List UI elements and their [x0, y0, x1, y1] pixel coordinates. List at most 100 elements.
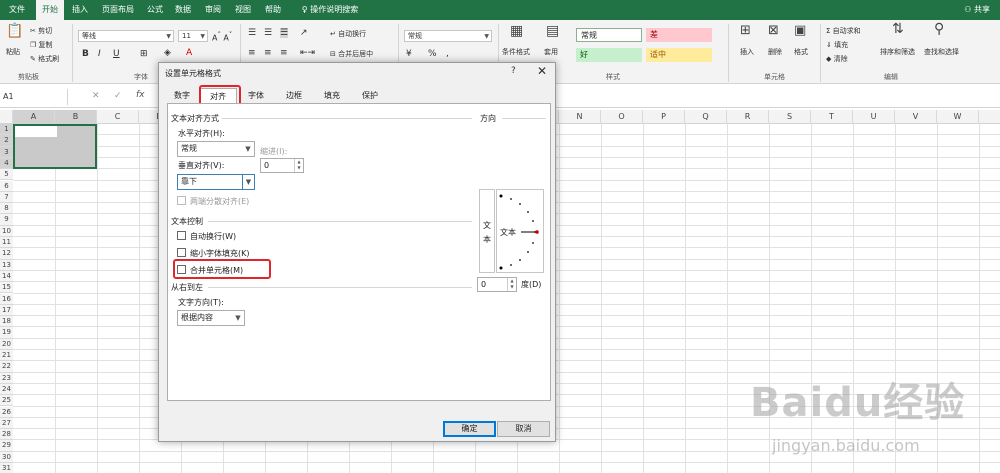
column-header[interactable]: V	[895, 110, 937, 124]
row-header[interactable]: 4	[0, 157, 13, 170]
spin-arrows-icon[interactable]: ▲ ▼	[507, 278, 516, 291]
row-header[interactable]: 12	[0, 248, 13, 260]
spin-arrows-icon[interactable]: ▲ ▼	[294, 159, 303, 172]
orientation-icon[interactable]: ↗	[300, 28, 308, 38]
tell-me-search[interactable]: ♀ 操作说明搜索	[296, 0, 364, 20]
bold-button[interactable]: B	[82, 49, 89, 59]
row-header[interactable]: 7	[0, 191, 13, 204]
table-format-icon[interactable]: ▤	[546, 24, 559, 38]
row-header[interactable]: 20	[0, 338, 13, 350]
row-header[interactable]: 11	[0, 237, 13, 249]
row-header[interactable]: 6	[0, 180, 13, 192]
row-header[interactable]: 24	[0, 383, 13, 396]
row-header[interactable]: 27	[0, 417, 13, 430]
tab-review[interactable]: 审阅	[202, 0, 224, 20]
column-header[interactable]: T	[811, 110, 853, 124]
clear-button[interactable]: ◆ 清除	[826, 54, 848, 64]
row-header[interactable]: 5	[0, 169, 13, 181]
font-size-select[interactable]: 11 ▼	[178, 30, 208, 42]
row-header[interactable]: 19	[0, 327, 13, 339]
delete-cells-icon[interactable]: ⊠	[768, 24, 779, 37]
tab-protection[interactable]: 保护	[357, 88, 383, 104]
cancel-formula-icon[interactable]: ✕	[92, 91, 100, 101]
align-middle-icon[interactable]: ☰	[264, 28, 272, 38]
row-header[interactable]: 18	[0, 316, 13, 328]
row-header[interactable]: 29	[0, 440, 13, 452]
row-header[interactable]: 10	[0, 225, 13, 237]
row-header[interactable]: 17	[0, 304, 13, 317]
row-header[interactable]: 1	[0, 124, 13, 136]
merge-center-button[interactable]: ⊟ 合并后居中	[330, 49, 373, 59]
enter-formula-icon[interactable]: ✓	[114, 91, 122, 101]
align-center-icon[interactable]: ≡	[264, 48, 272, 58]
font-color-icon[interactable]: A	[186, 48, 192, 58]
tab-fill[interactable]: 填充	[319, 88, 345, 104]
style-normal[interactable]: 常规	[576, 28, 642, 42]
indent-stepper[interactable]: 0 ▲ ▼	[260, 158, 304, 173]
autosum-button[interactable]: Σ 自动求和	[826, 26, 861, 36]
fill-button[interactable]: ⇓ 填充	[826, 40, 848, 50]
row-header[interactable]: 3	[0, 146, 13, 158]
style-bad[interactable]: 差	[646, 28, 712, 42]
help-button[interactable]: ?	[511, 66, 516, 76]
underline-button[interactable]: U	[113, 49, 120, 59]
insert-cells-button[interactable]: 插入	[740, 47, 754, 57]
sort-filter-icon[interactable]: ⇅	[892, 22, 904, 36]
tab-home[interactable]: 开始	[36, 0, 64, 20]
select-all-corner[interactable]	[0, 110, 13, 124]
ok-button[interactable]: 确定	[443, 421, 496, 437]
tab-number[interactable]: 数字	[169, 88, 195, 104]
align-left-icon[interactable]: ≡	[248, 48, 256, 58]
sort-filter-button[interactable]: 排序和筛选	[880, 47, 915, 57]
share-button[interactable]: ⚇ 共享	[964, 0, 990, 20]
search-icon[interactable]: ⚲	[934, 22, 944, 36]
paste-button[interactable]: 粘贴	[6, 47, 20, 57]
row-header[interactable]: 26	[0, 406, 13, 418]
paste-icon[interactable]: 📋	[6, 24, 23, 38]
wrap-text-button[interactable]: ↵ 自动换行	[330, 29, 366, 39]
format-cells-button[interactable]: 格式	[794, 47, 808, 57]
close-button[interactable]: ✕	[537, 64, 547, 78]
text-direction-select[interactable]: 根据内容 ▼	[177, 310, 245, 326]
tab-file[interactable]: 文件	[4, 0, 30, 20]
find-select-button[interactable]: 查找和选择	[924, 47, 959, 57]
indent-icon[interactable]: ⇤⇥	[300, 48, 315, 58]
tab-font[interactable]: 字体	[243, 88, 269, 104]
column-header[interactable]: A	[13, 110, 55, 124]
align-top-icon[interactable]: ☰	[248, 28, 256, 38]
align-bottom-icon[interactable]: ☰	[280, 28, 289, 38]
row-header[interactable]: 28	[0, 429, 13, 441]
row-header[interactable]: 25	[0, 395, 13, 407]
vertical-text-box[interactable]: 文 本	[479, 189, 495, 273]
row-header[interactable]: 23	[0, 372, 13, 384]
font-grow-shrink[interactable]: A˄ A˅	[212, 31, 232, 43]
row-header[interactable]: 16	[0, 293, 13, 305]
conditional-format-icon[interactable]: ▦	[510, 24, 523, 38]
row-header[interactable]: 9	[0, 214, 13, 226]
justify-distributed-checkbox[interactable]	[177, 196, 186, 205]
tab-border[interactable]: 边框	[281, 88, 307, 104]
currency-icon[interactable]: ¥	[406, 49, 412, 59]
cancel-button[interactable]: 取消	[497, 421, 550, 437]
tab-page-layout[interactable]: 页面布局	[98, 0, 138, 20]
italic-button[interactable]: I	[98, 49, 101, 59]
row-header[interactable]: 30	[0, 451, 13, 463]
row-header[interactable]: 22	[0, 361, 13, 373]
insert-function-icon[interactable]: fx	[136, 90, 145, 100]
align-right-icon[interactable]: ≡	[280, 48, 288, 58]
row-header[interactable]: 13	[0, 259, 13, 271]
format-cells-icon[interactable]: ▣	[794, 24, 806, 37]
cut-button[interactable]: ✂ 剪切	[30, 26, 52, 36]
conditional-format-button[interactable]: 条件格式	[502, 47, 530, 57]
column-header[interactable]: W	[937, 110, 979, 124]
name-box[interactable]: A1	[0, 89, 68, 105]
column-header[interactable]: P	[643, 110, 685, 124]
format-painter-button[interactable]: ✎ 格式刷	[30, 54, 59, 64]
horizontal-alignment-select[interactable]: 常规 ▼	[177, 141, 255, 157]
column-header[interactable]: C	[97, 110, 139, 124]
tab-view[interactable]: 视图	[232, 0, 254, 20]
column-header[interactable]: R	[727, 110, 769, 124]
table-format-button[interactable]: 套用	[544, 47, 558, 57]
border-icon[interactable]: ⊞	[140, 49, 148, 59]
column-header[interactable]: B	[55, 110, 97, 124]
